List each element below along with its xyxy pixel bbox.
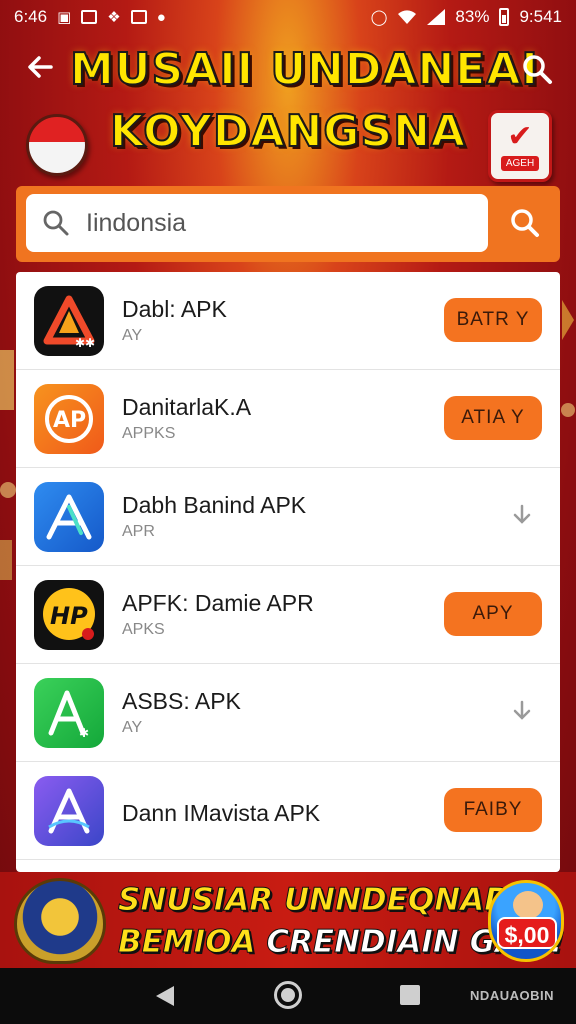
- app-subtitle: APPKS: [122, 425, 176, 442]
- status-time-left: 6:46: [14, 7, 48, 26]
- promo-banner[interactable]: SNUSIAR UNNDEQNAD BEMIOA CRENDIAIN GAM! …: [0, 872, 576, 968]
- list-item[interactable]: AP DanitarlaK.A APPKS ATIA Y: [16, 370, 560, 468]
- status-left: 6:46 ▣ ❖ ●: [14, 7, 166, 27]
- wifi-icon: [398, 10, 417, 24]
- install-button[interactable]: FAIBY: [444, 788, 542, 832]
- blue-a-app-icon: [34, 482, 104, 552]
- svg-text:✱: ✱: [79, 726, 89, 740]
- app-name: Dabl: APK: [122, 296, 227, 322]
- gallery-icon: [81, 10, 98, 24]
- message-icon: ▣: [57, 9, 72, 26]
- battery-icon: [499, 8, 510, 26]
- search-input[interactable]: [86, 208, 466, 238]
- app-name: Dabh Banind APK: [122, 492, 307, 518]
- signal-icon: [427, 9, 446, 25]
- search-icon[interactable]: [520, 52, 556, 88]
- install-button[interactable]: BATR Y: [444, 298, 542, 342]
- app-name: ASBS: APK: [122, 688, 241, 714]
- checkmark-badge: ✔ AGEH: [488, 110, 552, 182]
- search-input-icon: [43, 210, 69, 236]
- mascot-face-icon: [513, 891, 543, 919]
- nav-home-icon[interactable]: [274, 981, 302, 1009]
- price-label: $,00: [497, 917, 557, 949]
- nav-recent-apps-icon[interactable]: [400, 985, 420, 1005]
- banner-line1-text: SNUSIAR UNNDEQNAD: [118, 882, 511, 919]
- status-time-right: 9:541: [519, 7, 562, 26]
- alarm-icon: ◯: [370, 9, 388, 26]
- status-right: ◯ 83% 9:541: [371, 7, 562, 27]
- list-item[interactable]: Dann IMavista APK FAIBY: [16, 762, 560, 860]
- list-item[interactable]: ✱ ASBS: APK AY: [16, 664, 560, 762]
- search-panel: [16, 186, 560, 262]
- search-field[interactable]: [26, 194, 488, 252]
- side-decoration-right: [561, 300, 575, 417]
- list-item[interactable]: Dabh Banind APK APR: [16, 468, 560, 566]
- app-subtitle: APKS: [122, 621, 165, 638]
- bluetooth-icon: ❖: [107, 9, 121, 26]
- list-item[interactable]: HP APFK: Damie APR APKS APY: [16, 566, 560, 664]
- header: MUSAII UNDANEAI KOYDANGSNA ✔ AGEH: [0, 34, 576, 184]
- banner-line1: SNUSIAR UNNDEQNAD: [118, 882, 511, 919]
- svg-text:HP: HP: [50, 602, 88, 630]
- app-name: APFK: Damie APR: [122, 590, 314, 616]
- price-badge[interactable]: $,00: [488, 880, 564, 962]
- banner-line2-highlight: BEMIOA: [118, 924, 257, 961]
- dot-icon: ●: [156, 8, 166, 26]
- back-arrow-icon[interactable]: [22, 52, 58, 88]
- download-arrow-icon[interactable]: [510, 504, 534, 528]
- battery-percent: 83%: [455, 7, 490, 26]
- app-name: DanitarlaK.A: [122, 394, 252, 420]
- green-a-app-icon: ✱: [34, 678, 104, 748]
- red-triangle-app-icon: ✱✱: [34, 286, 104, 356]
- app-name: Dann IMavista APK: [122, 800, 321, 826]
- svg-text:AP: AP: [53, 408, 86, 433]
- download-arrow-icon[interactable]: [510, 700, 534, 724]
- nav-back-icon[interactable]: [154, 984, 176, 1008]
- install-button[interactable]: APY: [444, 592, 542, 636]
- app-subtitle: APR: [122, 523, 155, 540]
- orange-ap-app-icon: AP: [34, 384, 104, 454]
- flag-badge-icon: [26, 114, 88, 176]
- list-item[interactable]: ✱✱ Dabl: APK AY BATR Y: [16, 272, 560, 370]
- app-subtitle: AY: [122, 719, 143, 736]
- svg-text:✱✱: ✱✱: [75, 336, 95, 349]
- system-nav-bar: NDAUAOBIN: [0, 968, 576, 1024]
- image-icon: [130, 10, 147, 24]
- app-list: ✱✱ Dabl: APK AY BATR Y AP DanitarlaK.A A…: [16, 272, 560, 872]
- nav-label: NDAUAOBIN: [470, 988, 554, 1003]
- page-title-line2: KOYDANGSNA: [109, 105, 466, 158]
- shield-emblem-icon: [14, 878, 106, 964]
- page-title-line1: MUSAII UNDANEAI: [69, 43, 539, 96]
- install-button[interactable]: ATIA Y: [444, 396, 542, 440]
- badge-tag: AGEH: [500, 155, 540, 171]
- status-bar: 6:46 ▣ ❖ ● ◯ 83% 9:541: [0, 0, 576, 34]
- search-submit-button[interactable]: [502, 200, 548, 246]
- app-subtitle: AY: [122, 327, 143, 344]
- checkmark-icon: ✔: [507, 119, 533, 153]
- purple-a-app-icon: [34, 776, 104, 846]
- yellow-hp-app-icon: HP: [34, 580, 104, 650]
